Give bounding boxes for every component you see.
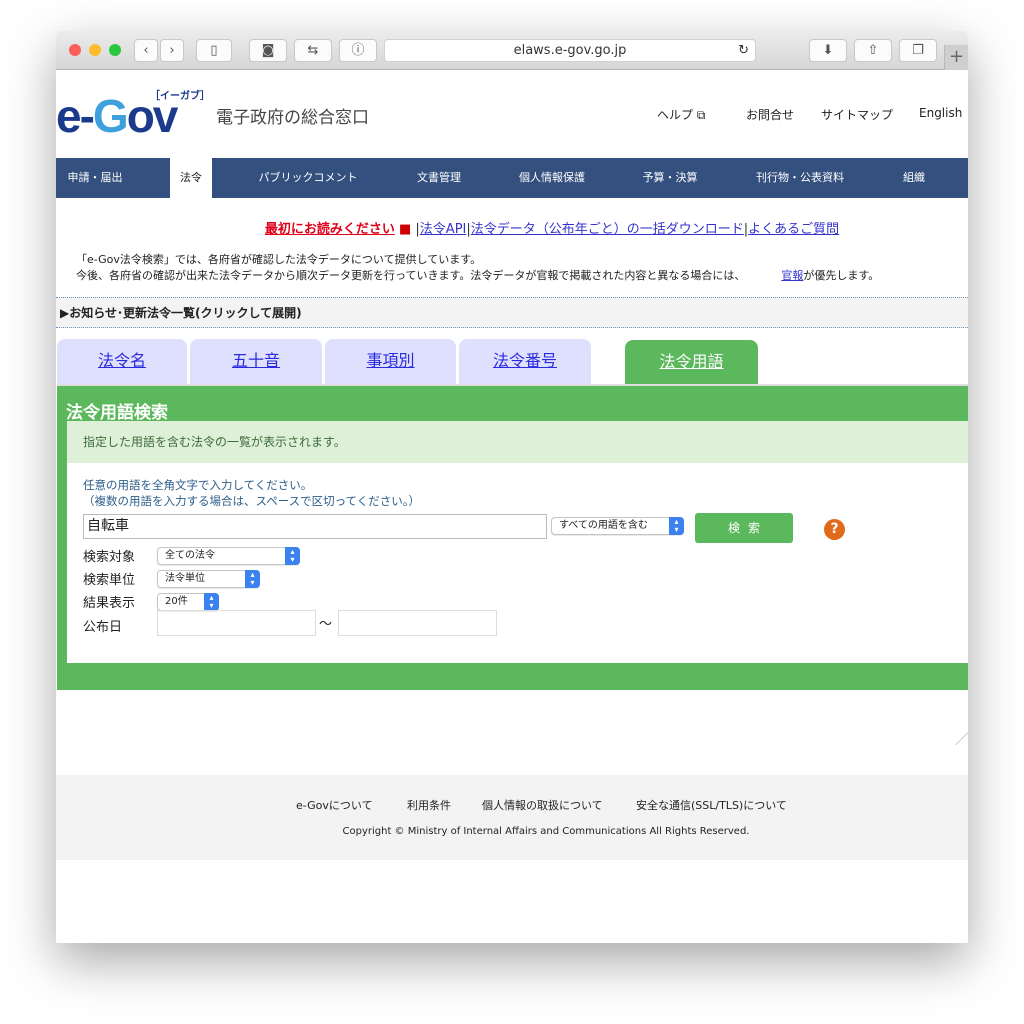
- search-form: 任意の用語を全角文字で入力してください。 （複数の用語を入力する場合は、スペース…: [67, 463, 968, 663]
- term-search-panel: 法令用語検索 指定した用語を含む法令の一覧が表示されます。 任意の用語を全角文字…: [57, 384, 968, 690]
- results-label: 結果表示: [83, 596, 136, 611]
- forward-button[interactable]: ›: [160, 39, 184, 62]
- target-select[interactable]: 全ての法令 ▴ ▾: [157, 547, 300, 565]
- new-tab-button[interactable]: +: [944, 45, 968, 70]
- hint-text: 任意の用語を全角文字で入力してください。: [83, 478, 313, 492]
- english-link[interactable]: English: [919, 106, 962, 120]
- site-title: 電子政府の総合窓口: [216, 108, 369, 128]
- nav-item-applications[interactable]: 申請・届出: [56, 158, 134, 198]
- nav-item-budget[interactable]: 予算・決算: [628, 158, 712, 198]
- reload-icon[interactable]: ↻: [738, 40, 749, 61]
- kanpo-link[interactable]: 官報: [781, 269, 803, 282]
- close-window-button[interactable]: [69, 44, 81, 56]
- search-button[interactable]: 検索: [695, 513, 793, 543]
- resize-handle[interactable]: [955, 731, 968, 746]
- back-button[interactable]: ‹: [134, 39, 158, 62]
- copyright: Copyright © Ministry of Internal Affairs…: [342, 826, 750, 837]
- results-select[interactable]: 20件 ▴ ▾: [157, 593, 219, 611]
- term-input[interactable]: 自転車: [83, 514, 547, 539]
- logo-kana: ［イーガブ］: [150, 91, 210, 102]
- footer-link-privacy[interactable]: 個人情報の取扱について: [482, 797, 603, 813]
- footer-link-about[interactable]: e-Govについて: [296, 797, 373, 813]
- target-label: 検索対象: [83, 550, 136, 565]
- share-icon[interactable]: ⇧: [854, 39, 892, 62]
- chevron-updown-icon: ▴ ▾: [245, 570, 260, 588]
- downloads-icon[interactable]: ⬇: [809, 39, 847, 62]
- nav-item-organization[interactable]: 組織: [891, 158, 937, 198]
- panel-description: 指定した用語を含む法令の一覧が表示されます。: [67, 421, 968, 463]
- sidebar-icon[interactable]: ▯: [196, 39, 232, 62]
- popup-icon: ■: [398, 222, 412, 237]
- nav-item-privacy[interactable]: 個人情報保護: [506, 158, 598, 198]
- transfer-icon[interactable]: ⇆: [294, 39, 332, 62]
- tab-law-terms[interactable]: 法令用語: [625, 340, 758, 385]
- date-separator: 〜: [319, 617, 333, 632]
- tab-law-name[interactable]: 法令名: [57, 339, 187, 384]
- browser-window: ‹ › ▯ ◙ ⇆ ⓘ elaws.e-gov.go.jp ↻ ⬇ ⇧ ❐ + e…: [56, 31, 968, 943]
- minimize-window-button[interactable]: [89, 44, 101, 56]
- download-link[interactable]: 法令データ（公布年ごと）の一括ダウンロード: [471, 222, 744, 237]
- footer-link-terms[interactable]: 利用条件: [407, 797, 451, 813]
- sitemap-link[interactable]: サイトマップ: [821, 106, 893, 123]
- chevron-updown-icon: ▴ ▾: [285, 547, 300, 565]
- notice-line-1: 「e-Gov法令検索」では、各府省が確認した法令データについて提供しています。: [76, 253, 482, 266]
- extension-icon[interactable]: ◙: [249, 39, 287, 62]
- date-from-input[interactable]: [157, 610, 316, 636]
- match-mode-select[interactable]: すべての用語を含む ▴ ▾: [551, 517, 684, 535]
- help-icon[interactable]: ?: [824, 519, 845, 540]
- zoom-window-button[interactable]: [109, 44, 121, 56]
- api-link[interactable]: 法令API: [420, 222, 467, 237]
- url-text: elaws.e-gov.go.jp: [513, 43, 627, 58]
- nav-item-documents[interactable]: 文書管理: [401, 158, 477, 198]
- nav-item-publications[interactable]: 刊行物・公表資料: [742, 158, 858, 198]
- browser-toolbar: ‹ › ▯ ◙ ⇆ ⓘ elaws.e-gov.go.jp ↻ ⬇ ⇧ ❐ +: [56, 31, 968, 70]
- chevron-updown-icon: ▴ ▾: [204, 593, 219, 611]
- help-link[interactable]: ヘルプ ⧉: [657, 106, 705, 123]
- main-nav: 申請・届出 法令 パブリックコメント 文書管理 個人情報保護 予算・決算 刊行物…: [56, 158, 968, 198]
- notice-line-2: 今後、各府省の確認が出来た法令データから順次データ更新を行っていきます。法令デー…: [76, 269, 880, 282]
- tabs-icon[interactable]: ❐: [899, 39, 937, 62]
- external-link-icon: ⧉: [696, 108, 706, 122]
- date-label: 公布日: [83, 620, 123, 635]
- date-to-input[interactable]: [338, 610, 497, 636]
- chevron-updown-icon: ▴ ▾: [669, 517, 684, 535]
- tab-syllabary[interactable]: 五十音: [190, 339, 322, 384]
- panel-title: 法令用語検索: [66, 403, 168, 423]
- read-first-link[interactable]: 最初にお読みください: [265, 222, 395, 237]
- hint-text-2: （複数の用語を入力する場合は、スペースで区切ってください。）: [83, 494, 420, 508]
- footer: e-Govについて 利用条件 個人情報の取扱について 安全な通信(SSL/TLS…: [56, 775, 968, 860]
- tab-category[interactable]: 事項別: [325, 339, 456, 384]
- tab-law-number[interactable]: 法令番号: [459, 339, 591, 384]
- unit-label: 検索単位: [83, 573, 136, 588]
- news-expander[interactable]: ▶お知らせ･更新法令一覧(クリックして展開): [56, 297, 968, 328]
- address-bar[interactable]: elaws.e-gov.go.jp ↻: [384, 39, 756, 62]
- footer-link-ssl[interactable]: 安全な通信(SSL/TLS)について: [636, 797, 787, 813]
- faq-link[interactable]: よくあるご質問: [748, 222, 839, 237]
- unit-select[interactable]: 法令単位 ▴ ▾: [157, 570, 260, 588]
- nav-item-laws[interactable]: 法令: [170, 158, 212, 198]
- password-icon[interactable]: ⓘ: [339, 39, 377, 62]
- contact-link[interactable]: お問合せ: [746, 106, 794, 123]
- top-links: 最初にお読みください ■ |法令API|法令データ（公布年ごと）の一括ダウンロー…: [56, 218, 968, 237]
- nav-item-public-comment[interactable]: パブリックコメント: [244, 158, 372, 198]
